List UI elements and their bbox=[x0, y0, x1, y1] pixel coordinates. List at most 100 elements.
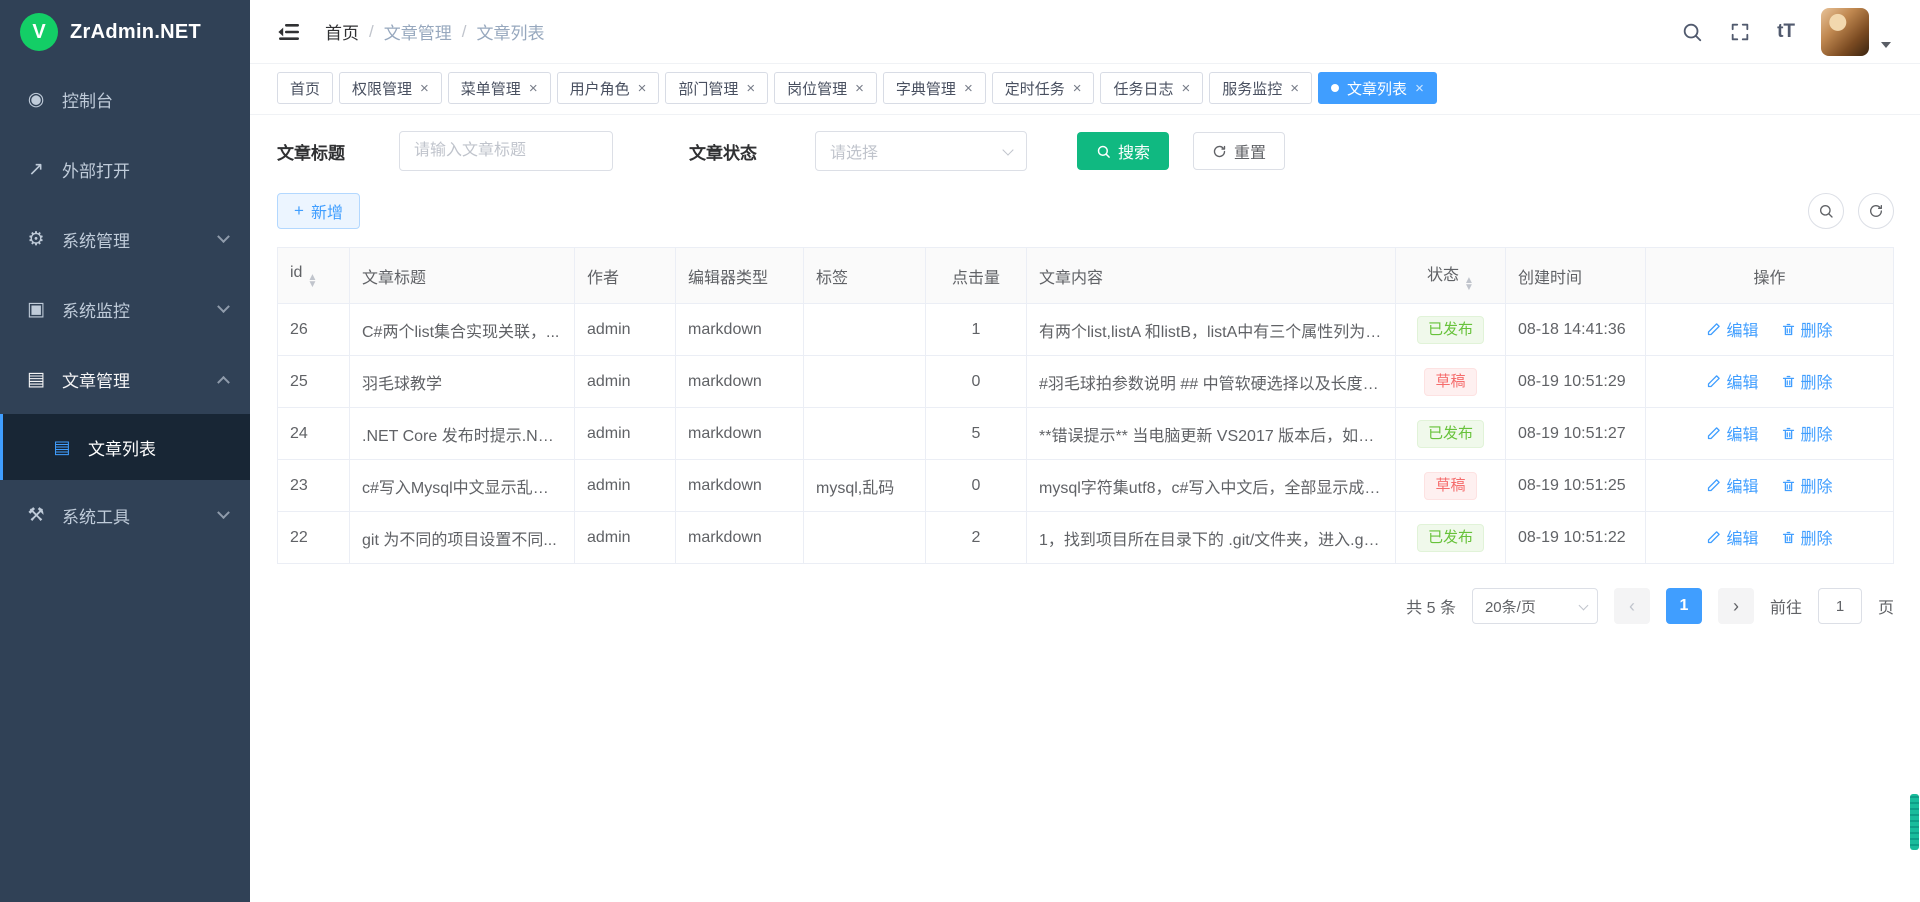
sidebar-collapse-icon[interactable] bbox=[277, 20, 301, 44]
tab-item[interactable]: 用户角色 bbox=[557, 72, 660, 104]
delete-button[interactable]: 删除 bbox=[1781, 525, 1833, 549]
column-header[interactable]: 状态 bbox=[1396, 248, 1506, 304]
tab-close-icon[interactable] bbox=[1415, 81, 1424, 96]
column-header-label: id bbox=[290, 264, 302, 281]
table-row: 26C#两个list集合实现关联，...adminmarkdown1有两个lis… bbox=[278, 304, 1894, 356]
sort-carets-icon[interactable] bbox=[307, 274, 317, 288]
search-button[interactable]: 搜索 bbox=[1077, 132, 1169, 170]
tab-item[interactable]: 岗位管理 bbox=[774, 72, 877, 104]
edit-button[interactable]: 编辑 bbox=[1706, 369, 1758, 393]
tab-item[interactable]: 首页 bbox=[277, 72, 333, 104]
tab-label: 服务监控 bbox=[1222, 78, 1282, 99]
delete-button[interactable]: 删除 bbox=[1781, 317, 1833, 341]
tab-item[interactable]: 定时任务 bbox=[992, 72, 1095, 104]
article-status-select[interactable]: 请选择 bbox=[815, 131, 1027, 171]
sidebar-item-article-admin[interactable]: ▤文章管理 bbox=[0, 344, 250, 414]
cell-tags: mysql,乱码 bbox=[804, 460, 926, 512]
chevron-down-icon[interactable] bbox=[1881, 42, 1891, 48]
cell-content: #羽毛球拍参数说明 ## 中管软硬选择以及长度介... bbox=[1027, 356, 1396, 408]
tab-close-icon[interactable] bbox=[529, 81, 538, 96]
breadcrumb-separator: / bbox=[462, 22, 467, 42]
header-actions: tT bbox=[1681, 8, 1891, 56]
article-title-input[interactable] bbox=[399, 131, 613, 171]
tab-item[interactable]: 菜单管理 bbox=[448, 72, 551, 104]
sidebar-item-label: 外部打开 bbox=[62, 157, 130, 182]
add-button[interactable]: 新增 bbox=[277, 193, 360, 229]
fullscreen-icon[interactable] bbox=[1729, 21, 1751, 43]
sidebar-item-article-list[interactable]: ▤文章列表 bbox=[0, 414, 250, 480]
sidebar-item-system-tools[interactable]: ⚒系统工具 bbox=[0, 480, 250, 550]
toggle-search-button[interactable] bbox=[1808, 193, 1844, 229]
sidebar-item-dashboard[interactable]: ◉控制台 bbox=[0, 64, 250, 134]
page-size-select[interactable]: 20条/页 bbox=[1472, 588, 1598, 624]
toolbox-icon: ⚒ bbox=[24, 504, 48, 527]
breadcrumb-article-admin[interactable]: 文章管理 bbox=[384, 19, 452, 44]
search-icon[interactable] bbox=[1681, 21, 1703, 43]
article-table: id文章标题作者编辑器类型标签点击量文章内容状态创建时间操作 26C#两个lis… bbox=[277, 247, 1894, 564]
tab-label: 文章列表 bbox=[1347, 78, 1407, 99]
cell-editor: markdown bbox=[676, 408, 804, 460]
column-header-label: 作者 bbox=[587, 270, 619, 287]
tab-close-icon[interactable] bbox=[420, 81, 429, 96]
goto-page-input[interactable] bbox=[1818, 588, 1862, 624]
cell-clicks: 1 bbox=[926, 304, 1027, 356]
tab-close-icon[interactable] bbox=[964, 81, 973, 96]
cell-created: 08-18 14:41:36 bbox=[1506, 304, 1646, 356]
next-page-button[interactable]: › bbox=[1718, 588, 1754, 624]
column-header[interactable]: id bbox=[278, 248, 350, 304]
tab-item[interactable]: 任务日志 bbox=[1100, 72, 1203, 104]
delete-button[interactable]: 删除 bbox=[1781, 369, 1833, 393]
column-header-label: 创建时间 bbox=[1518, 270, 1582, 287]
status-badge: 已发布 bbox=[1417, 524, 1484, 552]
tab-close-icon[interactable] bbox=[638, 81, 647, 96]
cell-clicks: 0 bbox=[926, 460, 1027, 512]
tab-item[interactable]: 文章列表 bbox=[1318, 72, 1437, 104]
table-header-row: id文章标题作者编辑器类型标签点击量文章内容状态创建时间操作 bbox=[278, 248, 1894, 304]
delete-label: 删除 bbox=[1801, 317, 1833, 341]
tab-item[interactable]: 部门管理 bbox=[665, 72, 768, 104]
edit-button[interactable]: 编辑 bbox=[1706, 317, 1758, 341]
delete-button[interactable]: 删除 bbox=[1781, 473, 1833, 497]
tab-item[interactable]: 服务监控 bbox=[1209, 72, 1312, 104]
column-header: 文章标题 bbox=[350, 248, 575, 304]
cell-editor: markdown bbox=[676, 304, 804, 356]
reset-button[interactable]: 重置 bbox=[1193, 132, 1285, 170]
gear-icon: ⚙ bbox=[24, 228, 48, 251]
sidebar-item-external-open[interactable]: ↗外部打开 bbox=[0, 134, 250, 204]
tab-close-icon[interactable] bbox=[746, 81, 755, 96]
sort-carets-icon[interactable] bbox=[1464, 277, 1474, 291]
edit-icon bbox=[1706, 374, 1721, 389]
cell-status: 已发布 bbox=[1396, 512, 1506, 564]
tab-item[interactable]: 权限管理 bbox=[339, 72, 442, 104]
column-header: 标签 bbox=[804, 248, 926, 304]
select-placeholder: 请选择 bbox=[830, 139, 878, 163]
prev-page-button[interactable]: ‹ bbox=[1614, 588, 1650, 624]
edit-button[interactable]: 编辑 bbox=[1706, 473, 1758, 497]
sidebar-item-system-monitor[interactable]: ▣系统监控 bbox=[0, 274, 250, 344]
cell-status: 已发布 bbox=[1396, 408, 1506, 460]
scrollbar-thumb[interactable] bbox=[1910, 794, 1919, 850]
sidebar-item-system-admin[interactable]: ⚙系统管理 bbox=[0, 204, 250, 274]
avatar[interactable] bbox=[1821, 8, 1869, 56]
edit-button[interactable]: 编辑 bbox=[1706, 421, 1758, 445]
tab-item[interactable]: 字典管理 bbox=[883, 72, 986, 104]
tab-label: 岗位管理 bbox=[787, 78, 847, 99]
breadcrumb-home[interactable]: 首页 bbox=[325, 19, 359, 44]
cell-created: 08-19 10:51:22 bbox=[1506, 512, 1646, 564]
tab-close-icon[interactable] bbox=[1073, 81, 1082, 96]
column-header: 创建时间 bbox=[1506, 248, 1646, 304]
cell-author: admin bbox=[575, 460, 676, 512]
page-number-1[interactable]: 1 bbox=[1666, 588, 1702, 624]
cell-operations: 编辑删除 bbox=[1646, 408, 1894, 460]
edit-button[interactable]: 编辑 bbox=[1706, 525, 1758, 549]
tab-label: 菜单管理 bbox=[461, 78, 521, 99]
tab-label: 用户角色 bbox=[570, 78, 630, 99]
edit-label: 编辑 bbox=[1726, 421, 1758, 445]
tab-close-icon[interactable] bbox=[1182, 81, 1191, 96]
delete-button[interactable]: 删除 bbox=[1781, 421, 1833, 445]
column-header-label: 状态 bbox=[1427, 267, 1459, 284]
font-size-icon[interactable]: tT bbox=[1777, 21, 1795, 43]
tab-close-icon[interactable] bbox=[855, 81, 864, 96]
refresh-table-button[interactable] bbox=[1858, 193, 1894, 229]
tab-close-icon[interactable] bbox=[1290, 81, 1299, 96]
